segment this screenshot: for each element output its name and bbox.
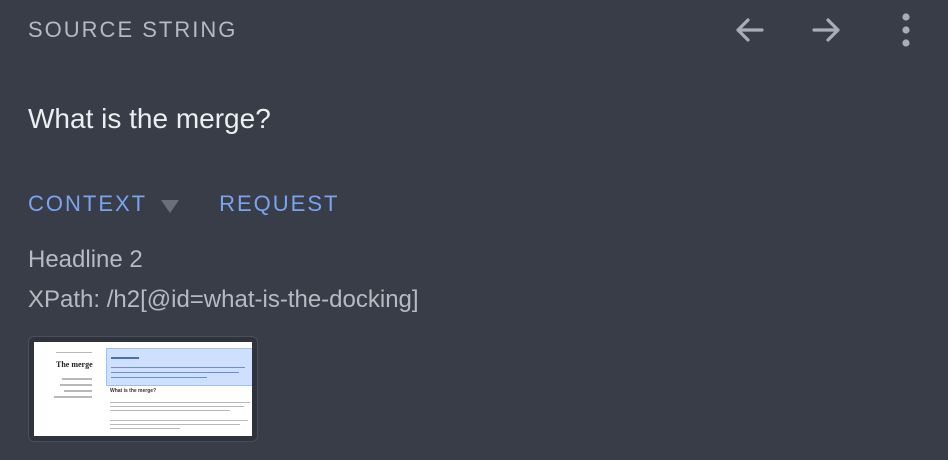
thumbnail-highlight: [106, 348, 252, 386]
thumbnail-section-heading: What is the merge?: [110, 388, 157, 394]
more-vertical-icon[interactable]: [894, 12, 918, 48]
thumbnail-sidebar: The merge: [34, 342, 100, 436]
arrow-right-icon[interactable]: [808, 12, 844, 48]
thumbnail-title: The merge: [56, 360, 93, 369]
thumbnail-line: [54, 396, 92, 398]
thumbnail-line: [60, 384, 92, 386]
thumbnail-line: [110, 410, 230, 411]
context-element-type: Headline 2: [28, 246, 143, 273]
context-tabs: CONTEXT REQUEST: [28, 191, 339, 217]
arrow-left-icon[interactable]: [732, 12, 768, 48]
thumbnail-line: [111, 377, 207, 378]
thumbnail-line: [110, 424, 240, 425]
thumbnail-line: [111, 367, 245, 368]
thumbnail-line: [111, 357, 139, 359]
thumbnail-line: [62, 378, 92, 380]
tab-request[interactable]: REQUEST: [219, 191, 339, 217]
thumbnail-line: [110, 420, 248, 421]
source-string-text: What is the merge?: [28, 103, 271, 134]
thumbnail-line: [110, 406, 244, 407]
tab-context[interactable]: CONTEXT: [28, 191, 147, 217]
thumbnail-page-preview: The merge What is the merge?: [34, 342, 252, 436]
context-xpath: XPath: /h2[@id=what-is-the-docking]: [28, 286, 419, 313]
thumbnail-line: [111, 372, 239, 373]
header-label: SOURCE STRING: [28, 17, 238, 42]
thumbnail-line: [56, 352, 92, 353]
context-screenshot-thumbnail[interactable]: The merge What is the merge?: [28, 336, 258, 442]
caret-down-icon[interactable]: [161, 199, 180, 213]
thumbnail-line: [110, 402, 250, 403]
thumbnail-line: [64, 390, 92, 392]
thumbnail-line: [110, 428, 180, 429]
